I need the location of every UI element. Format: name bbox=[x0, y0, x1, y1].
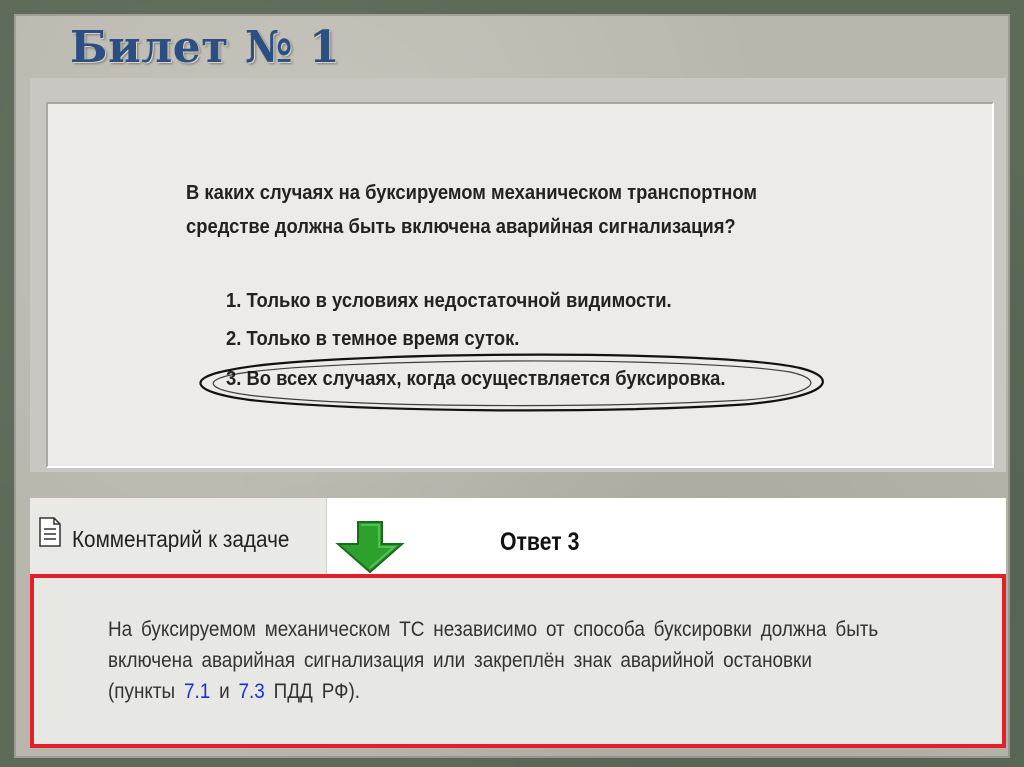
arrow-down-icon bbox=[335, 521, 405, 574]
explanation-text: На буксируемом механическом ТС независим… bbox=[108, 614, 882, 707]
answer-label: Ответ 3 bbox=[500, 528, 580, 556]
comment-tab-label: Комментарий к задаче bbox=[72, 526, 290, 552]
document-icon bbox=[39, 517, 61, 547]
explanation-text-part-2: и bbox=[210, 680, 239, 703]
answer-option-2[interactable]: 2. Только в темное время суток. bbox=[226, 328, 519, 351]
explanation-text-part-3: ПДД РФ). bbox=[264, 680, 361, 703]
answer-highlight-ellipse bbox=[199, 353, 824, 412]
slide-title: Билет № 1 bbox=[70, 22, 341, 73]
question-text: В каких случаях на буксируемом механичес… bbox=[186, 176, 848, 244]
rule-link-7-1[interactable]: 7.1 bbox=[184, 680, 210, 703]
question-line-2: средстве должна быть включена аварийная … bbox=[186, 216, 736, 238]
answer-option-1[interactable]: 1. Только в условиях недостаточной видим… bbox=[226, 290, 672, 313]
rule-link-7-3[interactable]: 7.3 bbox=[239, 680, 265, 703]
question-panel bbox=[46, 102, 994, 468]
question-line-1: В каких случаях на буксируемом механичес… bbox=[186, 182, 758, 204]
